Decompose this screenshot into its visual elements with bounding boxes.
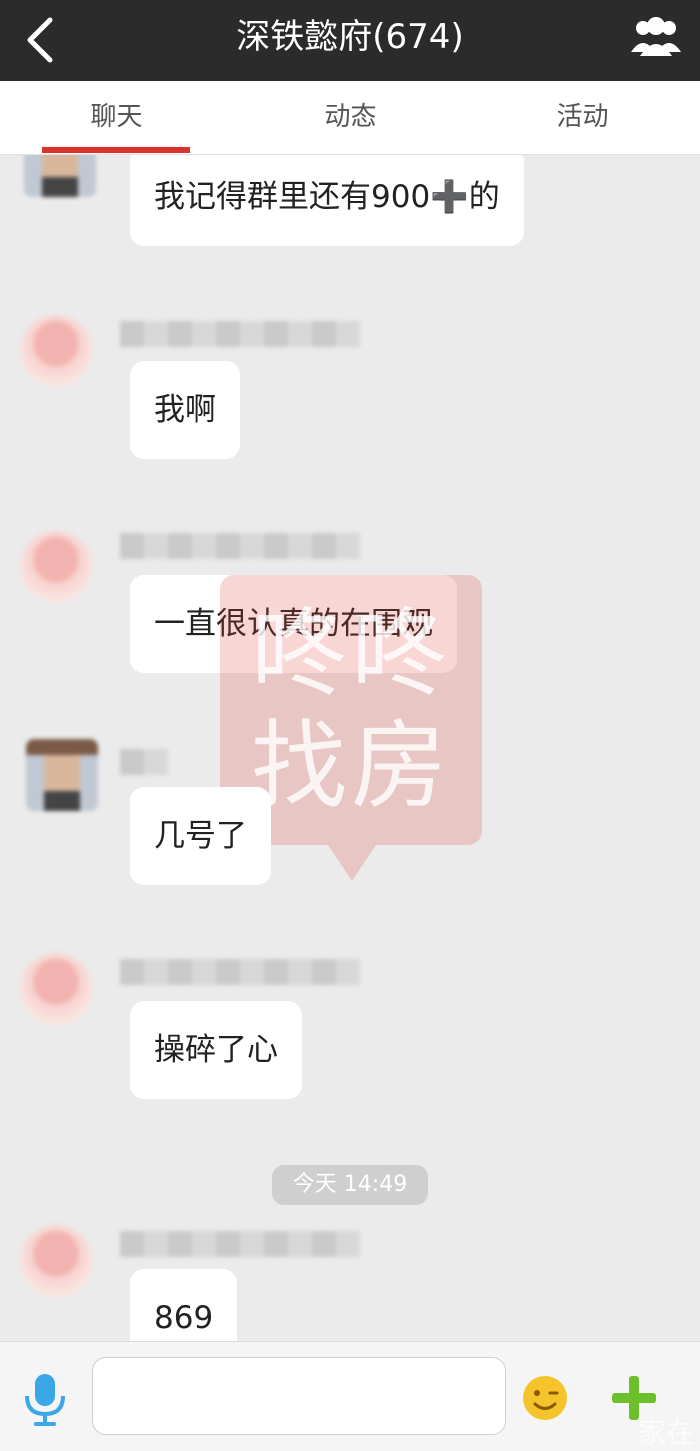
sender-name-blurred — [120, 959, 360, 985]
group-title: 深铁懿府(674) — [236, 17, 464, 57]
tab-activities[interactable]: 活动 — [510, 81, 655, 154]
tab-moments[interactable]: 动态 — [278, 81, 423, 154]
active-tab-indicator — [42, 147, 190, 153]
chat-messages[interactable]: 我记得群里还有900➕的 我啊 一直很认真的在围观 咚咚 找房 几号了 操碎了心… — [0, 155, 700, 1341]
sender-name-blurred — [120, 749, 168, 775]
sender-name-blurred — [120, 1231, 360, 1257]
chevron-left-icon — [27, 17, 53, 63]
plus-icon — [612, 1376, 656, 1420]
tab-chat[interactable]: 聊天 — [44, 81, 189, 154]
avatar[interactable] — [20, 315, 92, 387]
message-bubble[interactable]: 869 — [130, 1269, 238, 1341]
more-actions-button[interactable] — [610, 1374, 658, 1422]
message-bubble[interactable]: 几号了 — [130, 787, 271, 885]
avatar[interactable] — [20, 531, 92, 603]
message-bubble[interactable]: 一直很认真的在围观 — [130, 575, 457, 673]
microphone-icon — [25, 1374, 65, 1426]
message-bubble[interactable]: 我记得群里还有900➕的 — [130, 155, 524, 246]
sender-name-blurred — [120, 321, 360, 347]
smiley-icon — [523, 1376, 567, 1420]
voice-input-button[interactable] — [22, 1372, 68, 1428]
avatar[interactable] — [20, 953, 92, 1025]
message-input[interactable] — [92, 1357, 506, 1435]
avatar[interactable] — [26, 739, 98, 811]
group-icon — [631, 17, 681, 56]
top-bar: 深铁懿府(674) — [0, 0, 700, 81]
message-input-bar: 家在 — [0, 1341, 700, 1451]
group-members-button[interactable] — [630, 14, 682, 64]
message-bubble[interactable]: 我啊 — [130, 361, 240, 459]
avatar[interactable] — [24, 155, 96, 197]
corner-watermark: 家在 — [637, 1416, 694, 1449]
avatar[interactable] — [20, 1225, 92, 1297]
time-divider: 今天 14:49 — [272, 1165, 428, 1205]
sender-name-blurred — [120, 533, 360, 559]
back-button[interactable] — [18, 14, 70, 66]
emoji-button[interactable] — [521, 1374, 569, 1422]
message-bubble[interactable]: 操碎了心 — [130, 1001, 302, 1099]
tab-bar: 聊天 动态 活动 — [0, 81, 700, 155]
